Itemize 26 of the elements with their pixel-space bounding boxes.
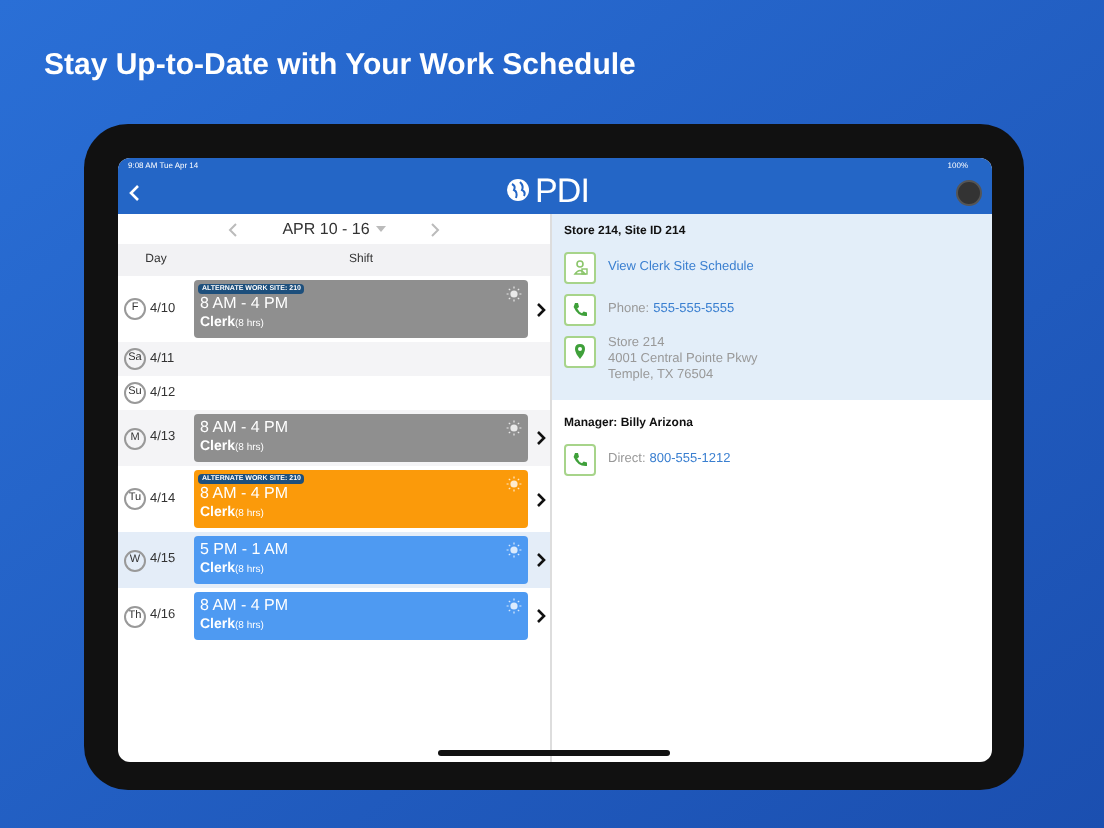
sun-icon xyxy=(506,476,522,492)
chevron-right-icon[interactable] xyxy=(536,552,546,568)
shift-time: 5 PM - 1 AM xyxy=(198,540,291,560)
map-pin-icon[interactable] xyxy=(564,336,596,368)
chevron-right-icon[interactable] xyxy=(536,608,546,624)
sun-icon xyxy=(506,598,522,614)
caret-icon[interactable] xyxy=(375,226,386,232)
phone-icon[interactable] xyxy=(564,294,596,326)
sun-icon xyxy=(506,286,522,302)
chevron-right-icon[interactable] xyxy=(536,301,546,317)
sun-icon xyxy=(506,542,522,558)
avatar[interactable] xyxy=(956,179,982,205)
shift-time: 8 AM - 4 PM xyxy=(198,418,291,438)
shift-time: 8 AM - 4 PM xyxy=(198,484,291,504)
phone-icon[interactable] xyxy=(564,444,596,476)
next-week-icon[interactable] xyxy=(429,221,440,237)
headline: Stay Up-to-Date with Your Work Schedule xyxy=(44,48,636,84)
chevron-right-icon[interactable] xyxy=(536,430,546,446)
week-range[interactable]: APR 10 - 16 xyxy=(282,217,370,241)
sun-icon xyxy=(506,420,522,436)
shift-time: 8 AM - 4 PM xyxy=(198,294,291,314)
chevron-right-icon[interactable] xyxy=(536,491,546,507)
app-logo: PDI xyxy=(534,173,590,207)
shift-time: 8 AM - 4 PM xyxy=(198,596,291,616)
back-icon[interactable] xyxy=(128,183,140,201)
previous-week-icon[interactable] xyxy=(228,221,239,237)
